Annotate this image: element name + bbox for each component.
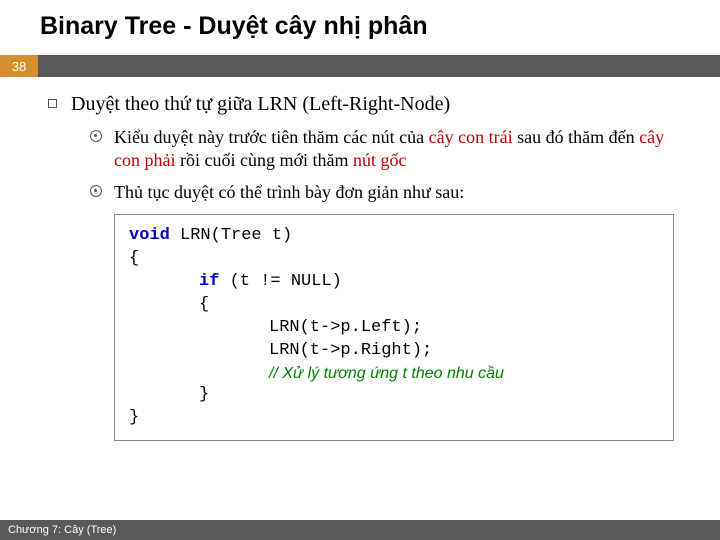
slide-title: Binary Tree - Duyệt cây nhị phân: [0, 0, 720, 51]
code-l1-rest: LRN(Tree t): [170, 226, 292, 245]
circle-bullet-icon: [90, 130, 102, 142]
bullet-level2-2: Thủ tục duyệt có thể trình bày đơn giản …: [90, 181, 690, 204]
square-bullet-icon: [48, 99, 57, 108]
code-line-2: {: [129, 248, 659, 271]
lvl2-text-1: Kiểu duyệt này trước tiên thăm các nút c…: [114, 126, 690, 173]
bullet-level1: Duyệt theo thứ tự giữa LRN (Left-Right-N…: [48, 93, 690, 116]
lvl1-text: Duyệt theo thứ tự giữa LRN (Left-Right-N…: [71, 93, 450, 116]
hl1: cây con trái: [429, 127, 513, 147]
kw-if: if: [199, 272, 219, 291]
code-line-8: }: [129, 384, 659, 407]
code-line-3: if (t != NULL): [129, 271, 659, 294]
lvl2-text-2: Thủ tục duyệt có thể trình bày đơn giản …: [114, 181, 464, 204]
header-bar: 38: [0, 55, 720, 77]
code-line-7-comment: // Xử lý tương ứng t theo nhu cầu: [129, 363, 659, 385]
kw-void: void: [129, 226, 170, 245]
footer-text: Chương 7: Cây (Tree): [8, 524, 116, 536]
bullet-level2-1: Kiểu duyệt này trước tiên thăm các nút c…: [90, 126, 690, 173]
header-bar-fill: [38, 55, 720, 77]
circle-bullet-icon: [90, 185, 102, 197]
hl3: nút gốc: [353, 150, 407, 170]
page-number: 38: [0, 55, 38, 77]
code-l3-rest: (t != NULL): [219, 272, 341, 291]
code-line-4: {: [129, 294, 659, 317]
t1c: rồi cuối cùng mới thăm: [175, 150, 353, 170]
code-block: void LRN(Tree t) { if (t != NULL) { LRN(…: [114, 214, 674, 441]
code-line-1: void LRN(Tree t): [129, 225, 659, 248]
code-line-5: LRN(t->p.Left);: [129, 317, 659, 340]
code-line-6: LRN(t->p.Right);: [129, 340, 659, 363]
t1a: Kiểu duyệt này trước tiên thăm các nút c…: [114, 127, 429, 147]
footer-bar: Chương 7: Cây (Tree): [0, 520, 720, 540]
content-area: Duyệt theo thứ tự giữa LRN (Left-Right-N…: [0, 77, 720, 441]
t1b: sau đó thăm đến: [513, 127, 639, 147]
code-line-9: }: [129, 407, 659, 430]
